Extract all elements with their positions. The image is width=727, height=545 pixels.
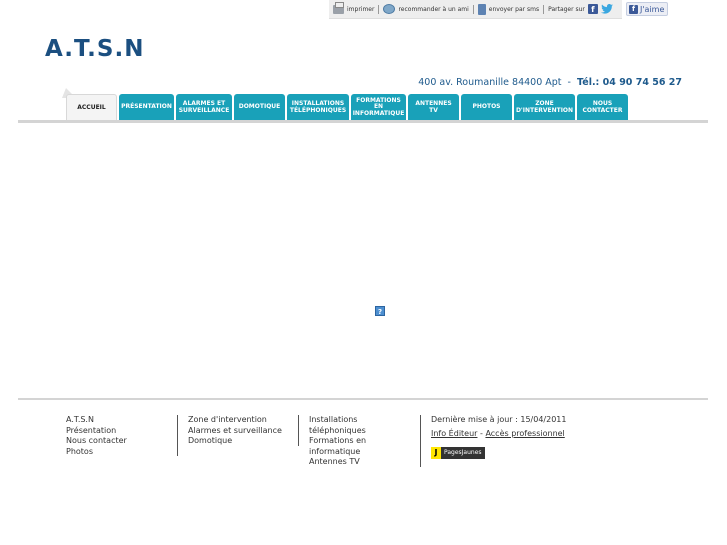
footer-pro-links: Info Éditeur - Accès professionnel bbox=[431, 429, 566, 440]
footer-link[interactable]: informatique bbox=[309, 447, 366, 458]
facebook-icon[interactable]: f bbox=[587, 4, 598, 14]
nav-tab-photos[interactable]: Photos bbox=[461, 94, 512, 121]
footer-link[interactable]: Formations en bbox=[309, 436, 366, 447]
share-toolbar: imprimer recommander à un ami envoyer pa… bbox=[329, 0, 622, 19]
pro-access-link[interactable]: Accès professionnel bbox=[485, 429, 564, 438]
recommend-label: recommander à un ami bbox=[398, 5, 469, 13]
facebook-icon: f bbox=[629, 4, 638, 14]
footer-link[interactable]: Antennes TV bbox=[309, 457, 366, 468]
pagesjaunes-label: PagesJaunes bbox=[444, 448, 482, 456]
nav-tab-accueil[interactable]: Accueil bbox=[66, 94, 117, 121]
footer-link[interactable]: Photos bbox=[66, 447, 127, 458]
nav-tab-alarmes[interactable]: Alarmes et surveillance bbox=[176, 94, 232, 121]
phone-icon bbox=[477, 3, 486, 15]
print-label: imprimer bbox=[347, 5, 375, 13]
sms-label: envoyer par sms bbox=[488, 5, 540, 13]
nav-tab-antennes[interactable]: Antennes TV bbox=[408, 94, 459, 121]
nav-tab-domotique[interactable]: Domotique bbox=[234, 94, 285, 121]
footer-link[interactable]: Nous contacter bbox=[66, 436, 127, 447]
pagesjaunes-badge[interactable]: J PagesJaunes bbox=[431, 447, 485, 459]
footer-link[interactable]: Installations bbox=[309, 415, 366, 426]
footer-column-2: Zone d'intervention Alarmes et surveilla… bbox=[188, 415, 282, 447]
nav-tab-presentation[interactable]: Présentation bbox=[119, 94, 174, 121]
address-text: 400 av. Roumanille 84400 Apt bbox=[418, 77, 562, 88]
footer-link[interactable]: téléphoniques bbox=[309, 426, 366, 437]
footer-divider bbox=[18, 398, 708, 400]
recommend-icon bbox=[383, 4, 396, 14]
facebook-like-button[interactable]: f J'aime bbox=[626, 2, 668, 16]
nav-tab-installations[interactable]: Installations téléphoniques bbox=[287, 94, 349, 121]
footer-link[interactable]: A.T.S.N bbox=[66, 415, 127, 426]
pagesjaunes-icon: J bbox=[431, 447, 441, 459]
footer-separator bbox=[177, 415, 178, 456]
recommend-link[interactable]: recommander à un ami bbox=[379, 4, 472, 14]
print-link[interactable]: imprimer bbox=[329, 1, 378, 14]
phone-number: Tél.: 04 90 74 56 27 bbox=[577, 77, 682, 88]
missing-plugin-icon[interactable]: ? bbox=[375, 306, 385, 316]
footer-separator bbox=[420, 415, 421, 467]
nav-divider bbox=[18, 120, 708, 123]
footer-separator bbox=[298, 415, 299, 446]
share-label: Partager sur bbox=[548, 5, 585, 13]
nav-tab-contact[interactable]: Nous contacter bbox=[577, 94, 628, 121]
sms-link[interactable]: envoyer par sms bbox=[474, 3, 543, 15]
last-update-text: Dernière mise à jour : 15/04/2011 bbox=[431, 415, 567, 424]
nav-tab-zone[interactable]: Zone d'intervention bbox=[514, 94, 575, 121]
footer-link[interactable]: Zone d'intervention bbox=[188, 415, 282, 426]
contact-address: 400 av. Roumanille 84400 Apt - Tél.: 04 … bbox=[418, 77, 682, 88]
footer-link[interactable]: Présentation bbox=[66, 426, 127, 437]
footer-column-4: Dernière mise à jour : 15/04/2011 Info É… bbox=[431, 415, 566, 459]
like-label: J'aime bbox=[640, 4, 665, 14]
footer-link[interactable]: Domotique bbox=[188, 436, 282, 447]
footer-column-1: A.T.S.N Présentation Nous contacter Phot… bbox=[66, 415, 127, 457]
nav-tab-formations[interactable]: Formations en informatique bbox=[351, 94, 406, 121]
footer-column-3: Installations téléphoniques Formations e… bbox=[309, 415, 366, 468]
twitter-icon[interactable] bbox=[600, 4, 613, 14]
share-group: Partager sur f bbox=[544, 4, 617, 14]
printer-icon bbox=[333, 1, 344, 14]
info-editor-link[interactable]: Info Éditeur bbox=[431, 429, 477, 438]
site-logo[interactable]: A.T.S.N bbox=[45, 36, 144, 62]
footer-link[interactable]: Alarmes et surveillance bbox=[188, 426, 282, 437]
main-nav: Accueil Présentation Alarmes et surveill… bbox=[66, 94, 628, 121]
